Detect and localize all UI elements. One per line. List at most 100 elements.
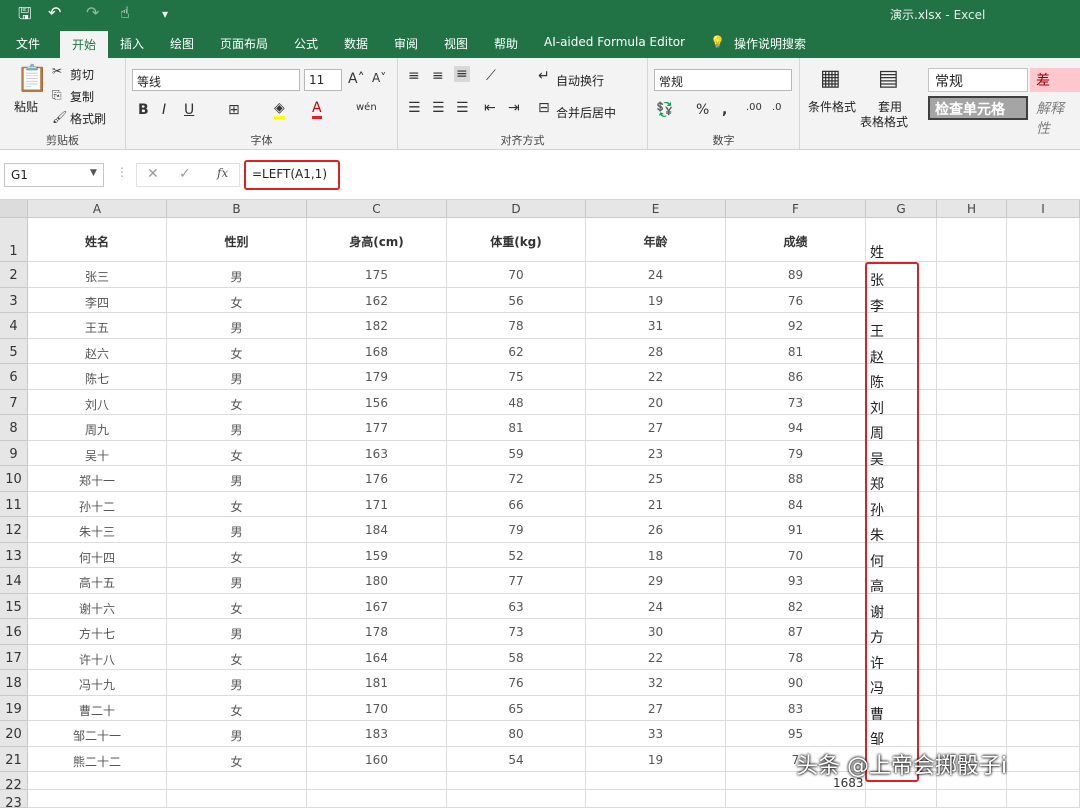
select-all-corner[interactable] bbox=[0, 200, 28, 218]
row-header-6[interactable]: 6 bbox=[0, 364, 28, 390]
cell-e11[interactable]: 21 bbox=[586, 491, 726, 517]
cell-d5[interactable]: 62 bbox=[447, 338, 586, 364]
cell-c7[interactable]: 156 bbox=[307, 389, 447, 415]
row-header-15[interactable]: 15 bbox=[0, 593, 28, 619]
comma-style-icon[interactable]: , bbox=[722, 102, 727, 118]
cell-a17[interactable]: 许十八 bbox=[28, 644, 167, 670]
tab-data[interactable]: 数据 bbox=[344, 35, 368, 52]
cell-h9[interactable] bbox=[937, 440, 1007, 466]
cell-e3[interactable]: 19 bbox=[586, 287, 726, 313]
cell-f9[interactable]: 79 bbox=[726, 440, 866, 466]
cell-i17[interactable] bbox=[1007, 644, 1080, 670]
cell-d19[interactable]: 65 bbox=[447, 695, 586, 721]
column-header-g[interactable]: G bbox=[866, 200, 937, 218]
cell-a15[interactable]: 谢十六 bbox=[28, 593, 167, 619]
cell-e8[interactable]: 27 bbox=[586, 415, 726, 441]
cell-i23[interactable] bbox=[1007, 790, 1080, 808]
cell-d17[interactable]: 58 bbox=[447, 644, 586, 670]
row-header-21[interactable]: 21 bbox=[0, 746, 28, 772]
cell-a18[interactable]: 冯十九 bbox=[28, 670, 167, 696]
cell-a21[interactable]: 熊二十二 bbox=[28, 746, 167, 772]
cell-b6[interactable]: 男 bbox=[167, 364, 307, 390]
cell-d8[interactable]: 81 bbox=[447, 415, 586, 441]
cell-d12[interactable]: 79 bbox=[447, 517, 586, 543]
cell-d10[interactable]: 72 bbox=[447, 466, 586, 492]
cell-h15[interactable] bbox=[937, 593, 1007, 619]
cell-f1[interactable]: 成绩 bbox=[726, 218, 866, 262]
column-header-i[interactable]: I bbox=[1007, 200, 1080, 218]
cell-c3[interactable]: 162 bbox=[307, 287, 447, 313]
cell-c6[interactable]: 179 bbox=[307, 364, 447, 390]
cell-d2[interactable]: 70 bbox=[447, 262, 586, 288]
border-icon[interactable]: ⊞ bbox=[228, 102, 240, 118]
tab-ai-formula-editor[interactable]: AI-aided Formula Editor bbox=[544, 35, 685, 49]
cell-d4[interactable]: 78 bbox=[447, 313, 586, 339]
font-name-select[interactable]: 等线 bbox=[132, 69, 300, 91]
cell-style-check-cell[interactable]: 检查单元格 bbox=[928, 96, 1028, 120]
cell-i11[interactable] bbox=[1007, 491, 1080, 517]
cell-c17[interactable]: 164 bbox=[307, 644, 447, 670]
cell-a7[interactable]: 刘八 bbox=[28, 389, 167, 415]
cell-h6[interactable] bbox=[937, 364, 1007, 390]
cell-b16[interactable]: 男 bbox=[167, 619, 307, 645]
tab-help[interactable]: 帮助 bbox=[494, 35, 518, 52]
column-header-a[interactable]: A bbox=[28, 200, 167, 218]
name-box-dropdown-icon[interactable]: ▼ bbox=[90, 168, 97, 178]
cell-h18[interactable] bbox=[937, 670, 1007, 696]
increase-font-size-icon[interactable]: A˄ bbox=[348, 71, 365, 87]
cell-i22[interactable] bbox=[1007, 772, 1080, 790]
row-header-14[interactable]: 14 bbox=[0, 568, 28, 594]
row-header-5[interactable]: 5 bbox=[0, 338, 28, 364]
tab-formulas[interactable]: 公式 bbox=[294, 35, 318, 52]
paste-button[interactable]: 粘贴 bbox=[14, 98, 38, 115]
cell-i1[interactable] bbox=[1007, 218, 1080, 262]
cell-i8[interactable] bbox=[1007, 415, 1080, 441]
cell-e5[interactable]: 28 bbox=[586, 338, 726, 364]
cell-a22[interactable] bbox=[28, 772, 167, 790]
cell-i12[interactable] bbox=[1007, 517, 1080, 543]
cell-style-normal[interactable]: 常规 bbox=[928, 68, 1028, 92]
cell-b18[interactable]: 男 bbox=[167, 670, 307, 696]
cell-e9[interactable]: 23 bbox=[586, 440, 726, 466]
bottom-align-icon[interactable]: ≡ bbox=[454, 66, 470, 82]
cell-e16[interactable]: 30 bbox=[586, 619, 726, 645]
cell-a11[interactable]: 孙十二 bbox=[28, 491, 167, 517]
cell-f12[interactable]: 91 bbox=[726, 517, 866, 543]
cell-c9[interactable]: 163 bbox=[307, 440, 447, 466]
cell-i4[interactable] bbox=[1007, 313, 1080, 339]
cell-c14[interactable]: 180 bbox=[307, 568, 447, 594]
cell-h16[interactable] bbox=[937, 619, 1007, 645]
cell-e23[interactable] bbox=[586, 790, 726, 808]
cell-e17[interactable]: 22 bbox=[586, 644, 726, 670]
cell-f10[interactable]: 88 bbox=[726, 466, 866, 492]
row-header-22[interactable]: 22 bbox=[0, 772, 28, 793]
cell-c2[interactable]: 175 bbox=[307, 262, 447, 288]
font-size-select[interactable]: 11 bbox=[304, 69, 342, 91]
cell-i21[interactable] bbox=[1007, 746, 1080, 772]
row-header-16[interactable]: 16 bbox=[0, 619, 28, 645]
formula-input[interactable]: =LEFT(A1,1) bbox=[244, 160, 340, 190]
cell-h17[interactable] bbox=[937, 644, 1007, 670]
cell-b12[interactable]: 男 bbox=[167, 517, 307, 543]
cell-i15[interactable] bbox=[1007, 593, 1080, 619]
cell-d13[interactable]: 52 bbox=[447, 542, 586, 568]
cell-i2[interactable] bbox=[1007, 262, 1080, 288]
row-header-23[interactable]: 23 bbox=[0, 790, 28, 811]
row-header-20[interactable]: 20 bbox=[0, 721, 28, 747]
cell-c22[interactable] bbox=[307, 772, 447, 790]
insert-function-icon[interactable]: fx bbox=[217, 166, 228, 180]
cell-c1[interactable]: 身高(cm) bbox=[307, 218, 447, 262]
tell-me-search[interactable]: 操作说明搜索 bbox=[734, 35, 806, 52]
cell-f13[interactable]: 70 bbox=[726, 542, 866, 568]
cell-h2[interactable] bbox=[937, 262, 1007, 288]
cell-f15[interactable]: 82 bbox=[726, 593, 866, 619]
cell-a9[interactable]: 吴十 bbox=[28, 440, 167, 466]
cell-b20[interactable]: 男 bbox=[167, 721, 307, 747]
cell-h11[interactable] bbox=[937, 491, 1007, 517]
cell-f16[interactable]: 87 bbox=[726, 619, 866, 645]
row-header-7[interactable]: 7 bbox=[0, 389, 28, 415]
column-header-e[interactable]: E bbox=[586, 200, 726, 218]
cell-i10[interactable] bbox=[1007, 466, 1080, 492]
cell-b17[interactable]: 女 bbox=[167, 644, 307, 670]
cell-d9[interactable]: 59 bbox=[447, 440, 586, 466]
